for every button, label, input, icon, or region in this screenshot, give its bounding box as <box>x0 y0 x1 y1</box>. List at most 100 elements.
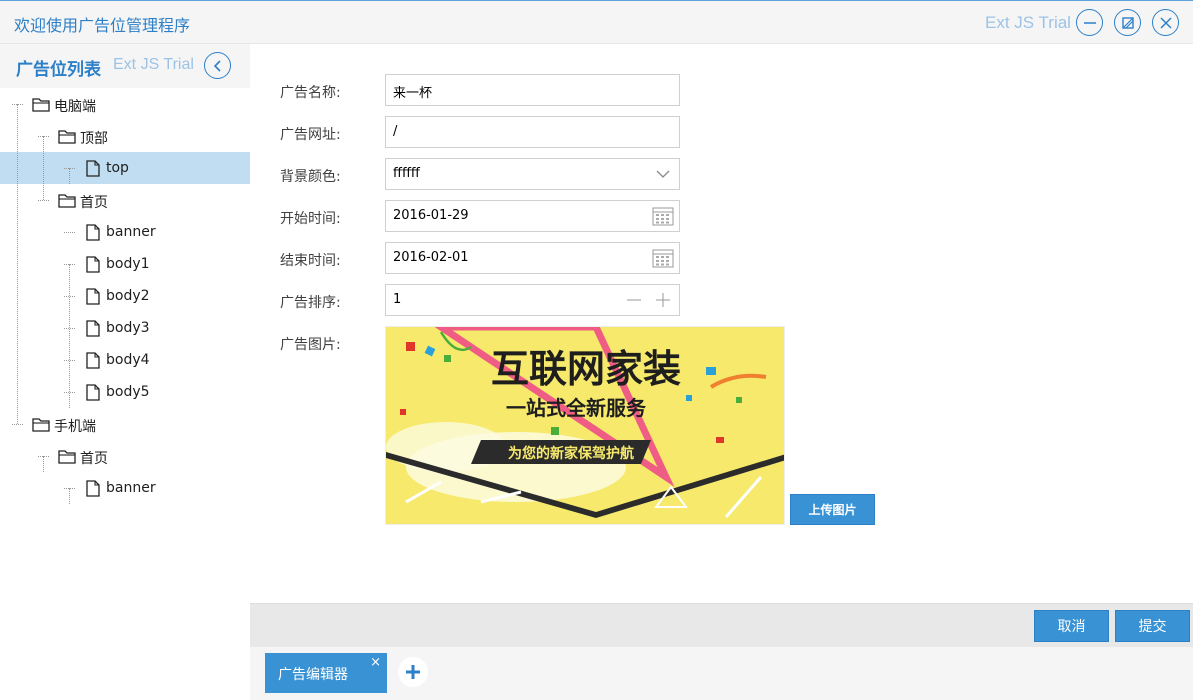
tree-node-label: 手机端 <box>54 419 96 435</box>
trial-watermark: Ext JS Trial <box>113 56 194 73</box>
chevron-left-icon <box>213 59 221 72</box>
file-icon <box>86 352 100 373</box>
folder-open-icon <box>32 96 50 116</box>
form-row-url: 广告网址: / <box>250 116 1193 148</box>
increment-button[interactable] <box>652 289 674 311</box>
banner-tagline: 为您的新家保驾护航 <box>508 445 634 462</box>
minus-icon <box>627 299 641 301</box>
form-row-end: 结束时间: 2016-02-01 <box>250 242 1193 274</box>
file-icon <box>86 320 100 341</box>
file-icon <box>86 256 100 277</box>
tree-node-label: body2 <box>106 288 150 304</box>
tree-connector <box>12 424 23 425</box>
end-date-value: 2016-02-01 <box>393 250 469 265</box>
form-row-bgcolor: 背景颜色: ffffff <box>250 158 1193 190</box>
close-button[interactable] <box>1152 9 1179 36</box>
tree-panel-header: 广告位列表 Ext JS Trial <box>0 44 250 88</box>
bg-color-combo[interactable]: ffffff <box>385 158 680 190</box>
file-icon <box>86 480 100 501</box>
tree-node-label: 首页 <box>80 195 108 211</box>
tree-node-label: 首页 <box>80 451 108 467</box>
tree-node-leaf[interactable]: body2 <box>0 280 250 312</box>
form-button-toolbar: 取消 提交 <box>250 603 1193 647</box>
tab-close-icon[interactable]: × <box>370 655 381 670</box>
order-label: 广告排序: <box>280 295 341 311</box>
form-row-start: 开始时间: 2016-01-29 <box>250 200 1193 232</box>
start-time-label: 开始时间: <box>280 211 341 227</box>
calendar-icon <box>652 249 674 268</box>
tree-node-leaf[interactable]: body3 <box>0 312 250 344</box>
plus-icon <box>656 293 670 307</box>
dropdown-trigger[interactable] <box>651 163 675 185</box>
tree-node-label: banner <box>106 224 156 240</box>
tree-guide-line <box>69 264 70 408</box>
file-icon <box>86 384 100 405</box>
tree-node-label: 顶部 <box>80 131 108 147</box>
trial-watermark: Ext JS Trial <box>985 13 1071 32</box>
decrement-button[interactable] <box>623 289 645 311</box>
add-tab-button[interactable] <box>398 657 428 687</box>
plus-icon <box>406 665 420 679</box>
ad-image-preview: 互联网家装 一站式全新服务 为您的新家保驾护航 <box>385 326 785 525</box>
tree-node-folder[interactable]: 首页 <box>0 184 250 216</box>
tree-panel-title: 广告位列表 <box>16 60 101 80</box>
banner-title: 互联网家装 <box>491 347 681 391</box>
bgcolor-label: 背景颜色: <box>280 169 341 185</box>
ad-name-value: 来一杯 <box>393 86 433 101</box>
tree-node-folder[interactable]: 首页 <box>0 440 250 472</box>
tree-node-label: top <box>106 160 129 176</box>
order-value: 1 <box>393 292 402 307</box>
form-row-order: 广告排序: 1 <box>250 284 1193 316</box>
end-time-label: 结束时间: <box>280 253 341 269</box>
file-icon <box>86 288 100 309</box>
tree-node-leaf[interactable]: banner <box>0 472 250 504</box>
date-picker-trigger[interactable] <box>651 205 675 227</box>
tree-node-leaf[interactable]: banner <box>0 216 250 248</box>
image-label: 广告图片: <box>280 337 341 353</box>
start-date-value: 2016-01-29 <box>393 208 469 223</box>
close-icon <box>1159 16 1172 29</box>
tree-node-label: body1 <box>106 256 150 272</box>
minimize-button[interactable] <box>1076 9 1103 36</box>
folder-open-icon <box>32 416 50 436</box>
tree-node-leaf[interactable]: body1 <box>0 248 250 280</box>
order-number-field[interactable]: 1 <box>385 284 680 316</box>
tree-node-leaf[interactable]: body5 <box>0 376 250 408</box>
chevron-down-icon <box>656 170 670 178</box>
folder-open-icon <box>58 192 76 212</box>
file-icon <box>86 224 100 245</box>
tree-guide-line <box>43 136 44 200</box>
end-date-input[interactable]: 2016-02-01 <box>385 242 680 274</box>
window-titlebar: 欢迎使用广告位管理程序 Ext JS Trial <box>0 0 1193 44</box>
tree-guide-line <box>69 488 70 504</box>
tree-node-label: body3 <box>106 320 150 336</box>
tree-node-folder[interactable]: 电脑端 <box>0 88 250 120</box>
tree-node-label: body4 <box>106 352 150 368</box>
tree-node-leaf[interactable]: body4 <box>0 344 250 376</box>
ad-url-input[interactable]: / <box>385 116 680 148</box>
tree-node-label: 电脑端 <box>54 99 96 115</box>
submit-button[interactable]: 提交 <box>1115 610 1190 642</box>
tree-connector <box>64 232 75 233</box>
ad-name-input[interactable]: 来一杯 <box>385 74 680 106</box>
name-label: 广告名称: <box>280 85 341 101</box>
folder-open-icon <box>58 128 76 148</box>
window-title: 欢迎使用广告位管理程序 <box>14 16 191 35</box>
tree-node-label: banner <box>106 480 156 496</box>
start-date-input[interactable]: 2016-01-29 <box>385 200 680 232</box>
restore-button[interactable] <box>1114 9 1141 36</box>
upload-image-button[interactable]: 上传图片 <box>790 494 875 525</box>
tree-node-folder[interactable]: 顶部 <box>0 120 250 152</box>
cancel-button[interactable]: 取消 <box>1034 610 1109 642</box>
banner-subtitle: 一站式全新服务 <box>506 396 647 420</box>
ad-slot-tree: 电脑端顶部 top 首页 banner body1 body2 body3 body4 body… <box>0 88 250 504</box>
tree-node-leaf[interactable]: top <box>0 152 250 184</box>
date-picker-trigger[interactable] <box>651 247 675 269</box>
minimize-icon <box>1083 21 1096 24</box>
tree-connector <box>38 200 49 201</box>
tree-node-folder[interactable]: 手机端 <box>0 408 250 440</box>
tab-label: 广告编辑器 <box>278 667 348 683</box>
collapse-panel-button[interactable] <box>204 52 231 79</box>
banner-image: 互联网家装 一站式全新服务 为您的新家保驾护航 <box>386 327 784 524</box>
tab-ad-editor[interactable]: 广告编辑器 × <box>265 653 387 693</box>
